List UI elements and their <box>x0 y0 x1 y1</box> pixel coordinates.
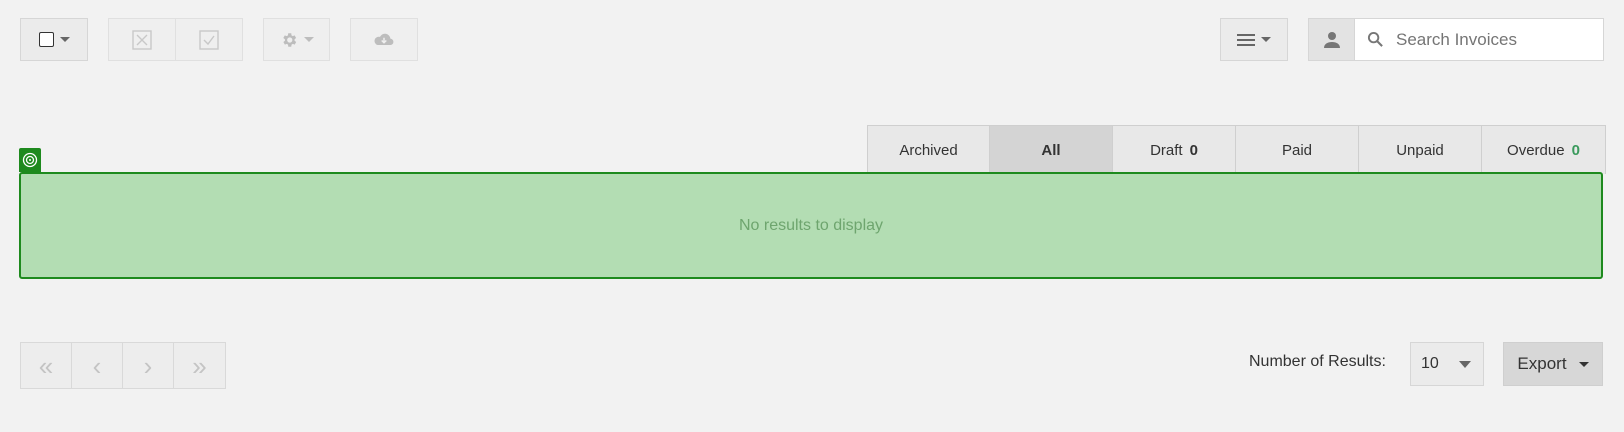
chevron-right-icon: › <box>143 350 153 381</box>
checkbox-icon <box>38 32 54 47</box>
double-chevron-left-icon: « <box>38 350 54 381</box>
results-count-value: 10 <box>1421 355 1439 372</box>
tab-draft[interactable]: Draft 0 <box>1113 125 1236 174</box>
caret-down-icon <box>1261 37 1271 42</box>
tab-label: Paid <box>1281 141 1313 159</box>
tab-archived[interactable]: Archived <box>867 125 990 174</box>
x-box-icon <box>132 29 152 50</box>
results-panel: No results to display <box>19 172 1603 279</box>
select-all-dropdown[interactable] <box>20 18 88 61</box>
status-tabs: Archived All Draft 0 Paid Unpaid Overdue… <box>867 125 1606 174</box>
target-icon <box>22 152 38 168</box>
tab-count: 0 <box>1571 141 1580 159</box>
approve-button[interactable] <box>176 18 243 61</box>
target-badge[interactable] <box>19 148 41 172</box>
next-page-button[interactable]: › <box>123 343 174 388</box>
tab-all[interactable]: All <box>990 125 1113 174</box>
tab-overdue[interactable]: Overdue 0 <box>1482 125 1606 174</box>
export-button[interactable]: Export <box>1503 342 1603 386</box>
tab-label: Unpaid <box>1396 141 1444 159</box>
caret-down-icon <box>1459 360 1471 368</box>
export-label: Export <box>1517 354 1567 373</box>
results-count-label: Number of Results: <box>1249 353 1386 370</box>
void-button[interactable] <box>108 18 176 61</box>
list-icon <box>1237 33 1255 46</box>
search-icon <box>1367 31 1383 47</box>
tab-label: Draft <box>1150 141 1183 159</box>
user-icon <box>1323 31 1340 48</box>
search-group <box>1308 18 1604 61</box>
gear-icon <box>282 32 296 47</box>
empty-message: No results to display <box>738 216 884 234</box>
pagination: « ‹ › » <box>20 342 226 389</box>
caret-down-icon <box>1578 361 1589 367</box>
settings-dropdown[interactable] <box>263 18 330 61</box>
caret-down-icon <box>303 37 314 42</box>
chevron-left-icon: ‹ <box>92 350 102 381</box>
download-button[interactable] <box>350 18 418 61</box>
tab-label: All <box>1041 141 1061 159</box>
last-page-button[interactable]: » <box>174 343 225 388</box>
tab-label: Overdue <box>1507 141 1565 159</box>
double-chevron-right-icon: » <box>192 350 207 381</box>
tab-count: 0 <box>1189 141 1198 159</box>
user-filter-button[interactable] <box>1309 19 1355 60</box>
caret-down-icon <box>59 37 70 42</box>
tab-unpaid[interactable]: Unpaid <box>1359 125 1482 174</box>
search-field-wrap <box>1355 19 1603 60</box>
search-input[interactable] <box>1394 28 1598 51</box>
prev-page-button[interactable]: ‹ <box>72 343 123 388</box>
view-options-dropdown[interactable] <box>1220 18 1288 61</box>
tab-label: Archived <box>899 141 958 159</box>
first-page-button[interactable]: « <box>21 343 72 388</box>
check-box-icon <box>199 29 219 50</box>
tab-paid[interactable]: Paid <box>1236 125 1359 174</box>
results-count-select[interactable]: 10 <box>1410 342 1484 386</box>
cloud-download-icon <box>374 33 394 45</box>
